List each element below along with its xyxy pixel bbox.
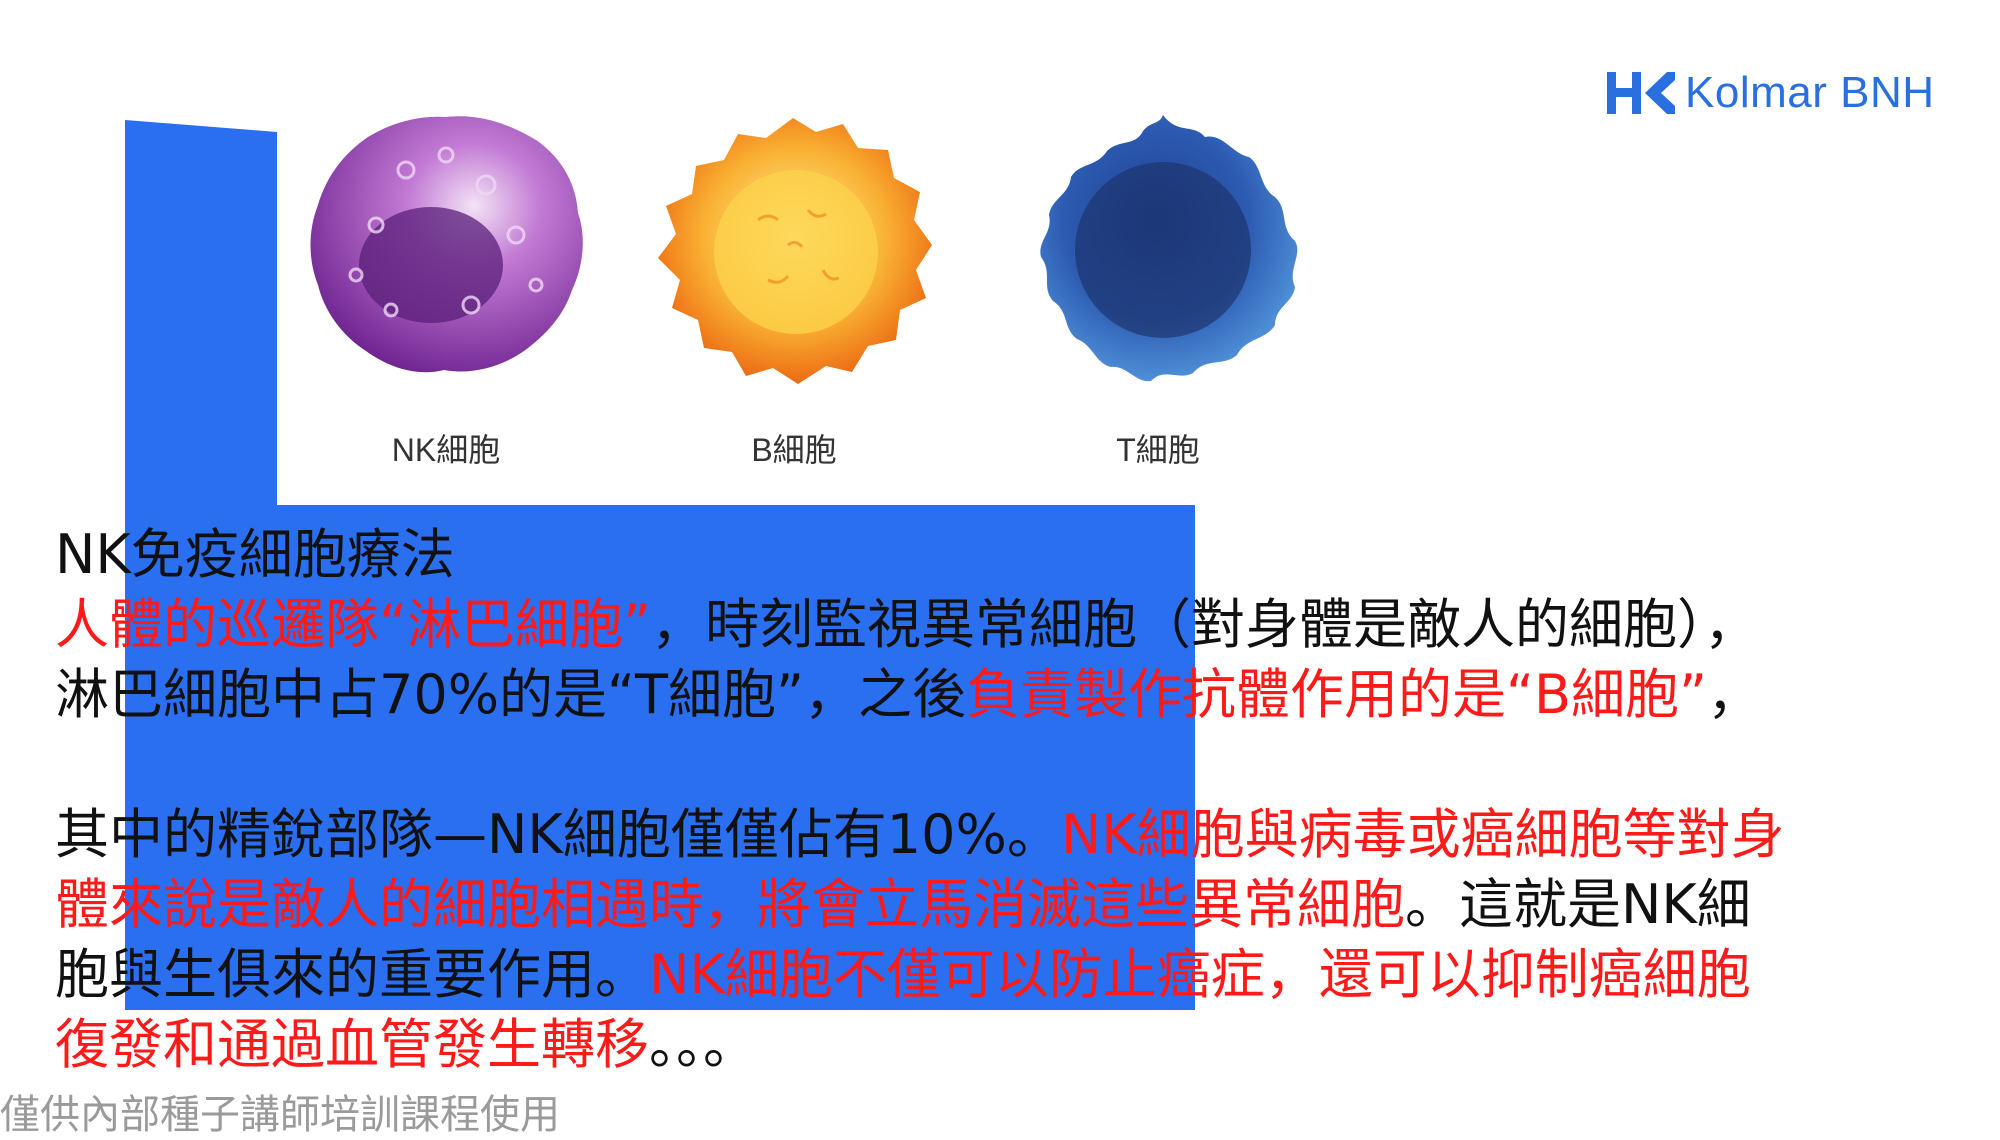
nk-cell-label: NK細胞 (391, 432, 501, 468)
article-text: NK免疫細胞療法 人體的巡邏隊“淋巴細胞”，時刻監視異常細胞（對身體是敵人的細胞… (55, 520, 1985, 1080)
hk-logo-icon (1607, 72, 1675, 114)
paragraph-1-line-2: 淋巴細胞中占70%的是“T細胞”，之後負責製作抗體作用的是“B細胞”， (55, 660, 1985, 730)
highlight-text: 人體的巡邏隊“淋巴細胞” (55, 593, 651, 656)
article-title: NK免疫細胞療法 (55, 523, 455, 586)
brand-logo: Kolmar BNH (1605, 68, 1935, 118)
t-cell-label: T細胞 (1116, 432, 1200, 468)
paragraph-2-line-3: 胞與生俱來的重要作用。NK細胞不僅可以防止癌症，還可以抑制癌細胞 (55, 940, 1985, 1010)
brand-name: Kolmar BNH (1685, 68, 1935, 117)
paragraph-1-line-1: 人體的巡邏隊“淋巴細胞”，時刻監視異常細胞（對身體是敵人的細胞）， (55, 590, 1985, 660)
body-text: ，時刻監視異常細胞（對身體是敵人的細胞）， (650, 593, 1758, 656)
paragraph-2-line-4: 復發和通過血管發生轉移。。。 (55, 1010, 1985, 1080)
paragraph-2-line-2: 體來說是敵人的細胞相遇時，將會立馬消滅這些異常細胞。這就是NK細 (55, 870, 1985, 940)
highlight-text: 負責製作抗體作用的是“B細胞” (965, 663, 1707, 726)
highlight-text: NK細胞與病毒或癌細胞等對身 (1060, 803, 1785, 866)
body-text: 其中的精銳部隊—NK細胞僅僅佔有10%。 (55, 803, 1061, 866)
b-cell-label: B細胞 (751, 432, 837, 468)
t-cell-illustration (1040, 115, 1298, 382)
highlight-text: NK細胞不僅可以防止癌症，還可以抑制癌細胞 (649, 943, 1751, 1006)
body-text: 。這就是NK細 (1405, 873, 1751, 936)
nk-cell-illustration (310, 116, 583, 373)
body-text: 。。。 (649, 1013, 757, 1076)
internal-use-notice: 僅供內部種子講師培訓課程使用 (0, 1092, 560, 1138)
body-text: ， (1706, 663, 1761, 726)
lymphocyte-illustration-panel: NK細胞 B細胞 T細胞 (278, 95, 1298, 505)
highlight-text: 體來說是敵人的細胞相遇時，將會立馬消滅這些異常細胞 (55, 873, 1405, 936)
highlight-text: 復發和通過血管發生轉移 (55, 1013, 649, 1076)
body-text: 胞與生俱來的重要作用。 (55, 943, 649, 1006)
paragraph-2-line-1: 其中的精銳部隊—NK細胞僅僅佔有10%。NK細胞與病毒或癌細胞等對身 (55, 800, 1985, 870)
body-text: 淋巴細胞中占70%的是“T細胞”，之後 (55, 663, 966, 726)
b-cell-illustration (658, 118, 932, 384)
